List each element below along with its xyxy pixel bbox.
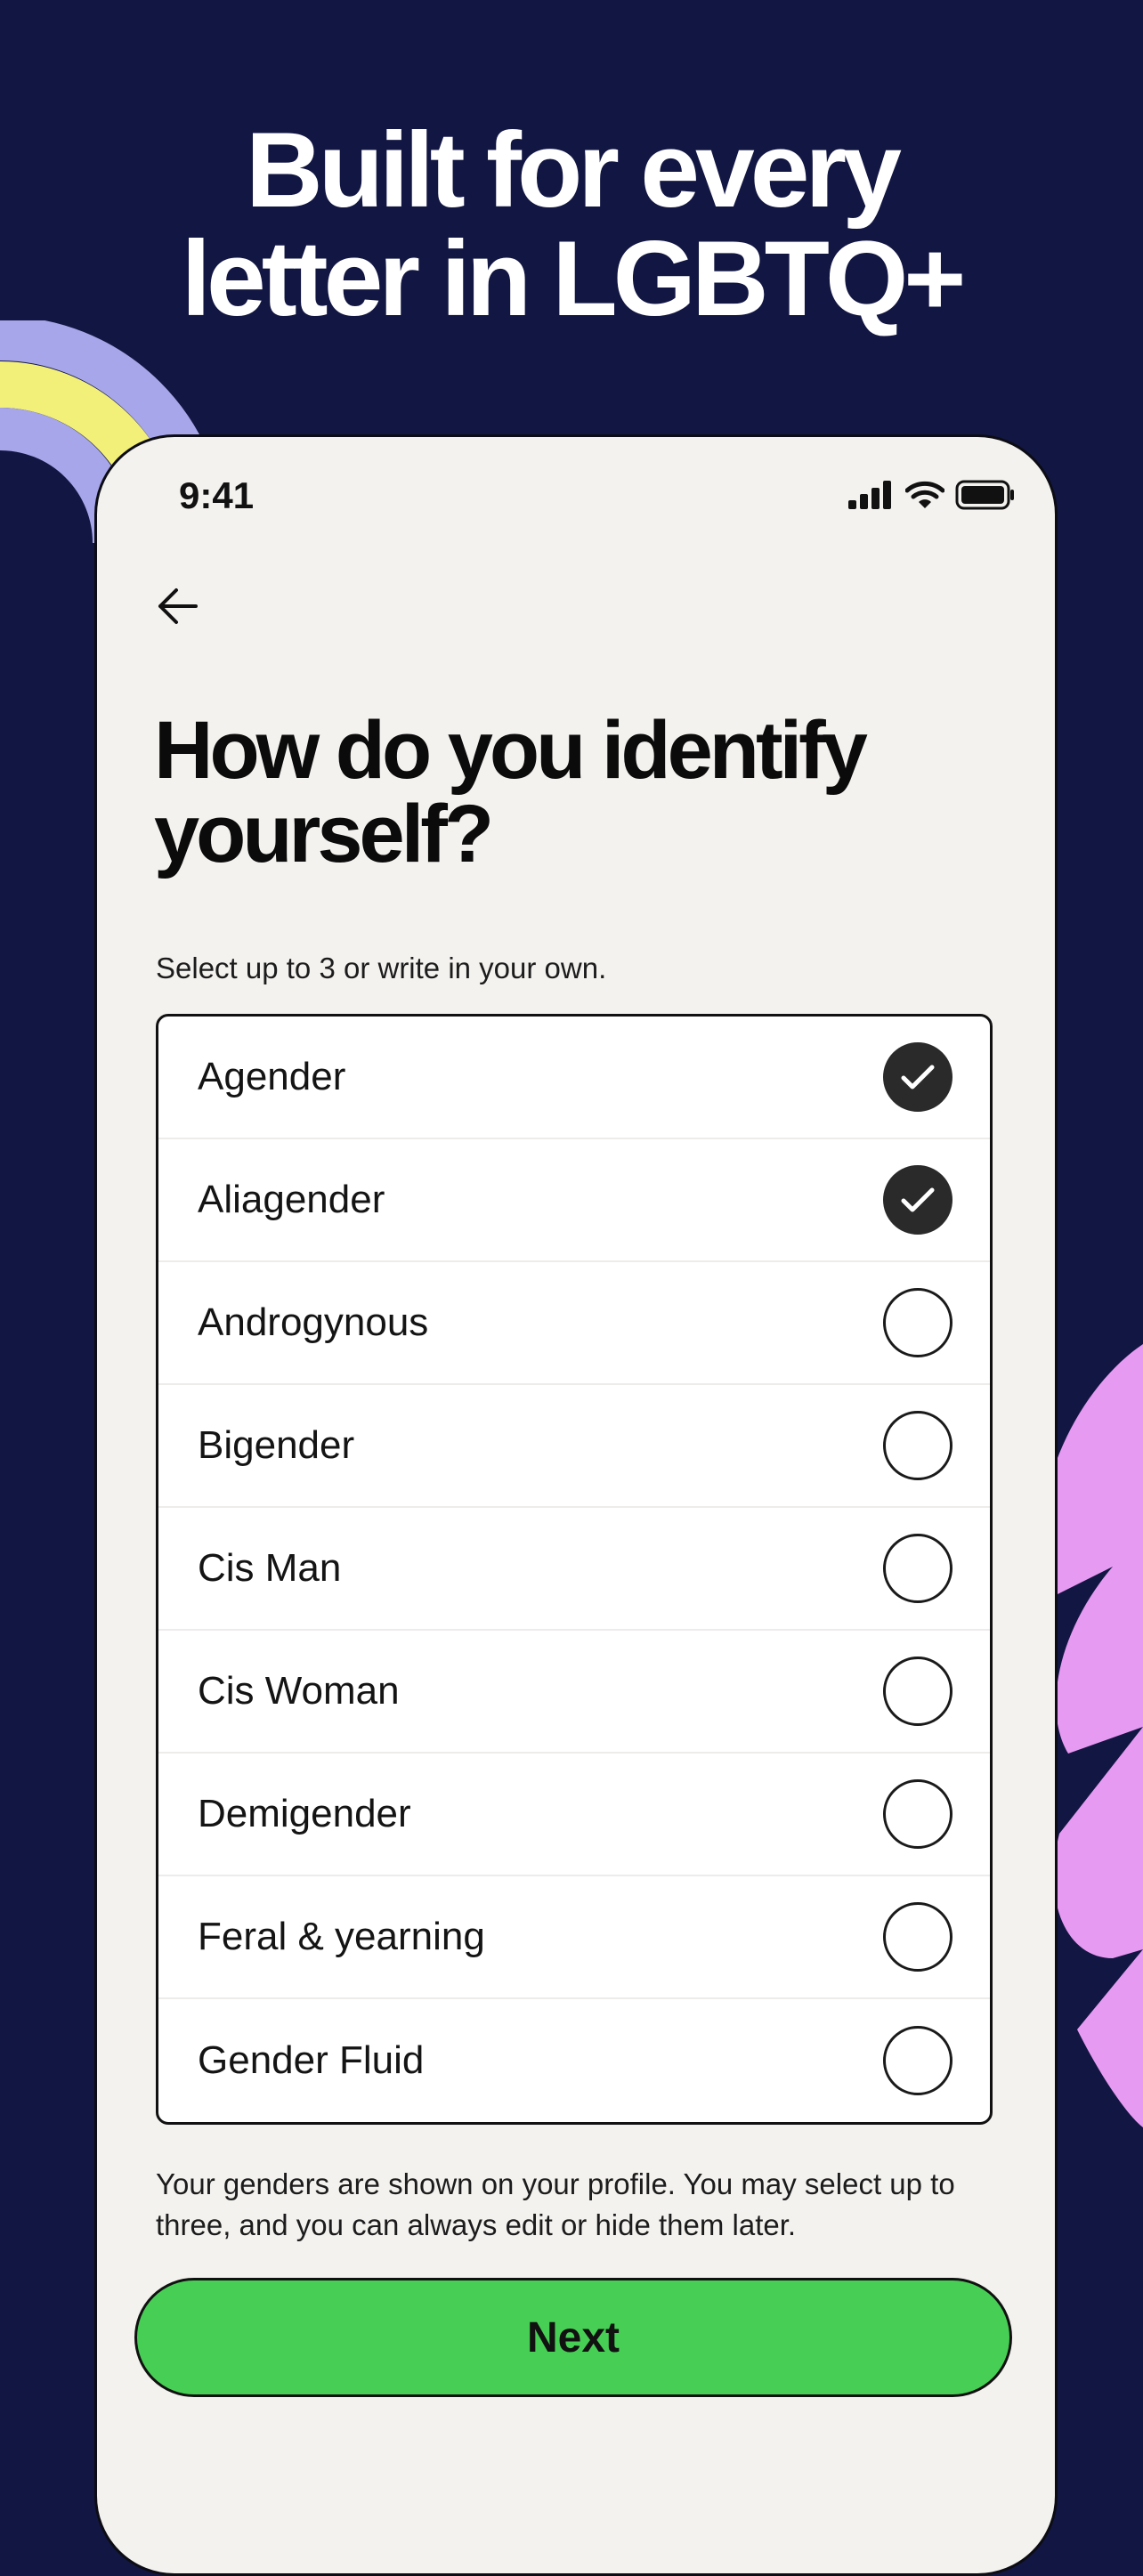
title-line-1: How do you identify: [154, 705, 868, 796]
option-row[interactable]: Cis Man: [158, 1508, 990, 1631]
next-button[interactable]: Next: [134, 2278, 1012, 2397]
page-title: How do you identify yourself?: [154, 709, 1026, 876]
option-label: Demigender: [198, 1792, 411, 1835]
hero-line-2: letter in LGBTQ+: [181, 219, 967, 338]
footnote-text: Your genders are shown on your profile. …: [156, 2167, 955, 2241]
empty-circle-checkbox[interactable]: [883, 1288, 952, 1357]
empty-circle-checkbox[interactable]: [883, 1534, 952, 1603]
option-row[interactable]: Cis Woman: [158, 1631, 990, 1754]
empty-circle-checkbox[interactable]: [883, 1657, 952, 1726]
hero-heading: Built for every letter in LGBTQ+: [0, 116, 1143, 333]
title-line-2: yourself?: [154, 789, 494, 879]
option-row[interactable]: Feral & yearning: [158, 1876, 990, 1999]
instruction-text: Select up to 3 or write in your own.: [156, 952, 607, 984]
option-label: Cis Woman: [198, 1669, 400, 1713]
option-row[interactable]: Androgynous: [158, 1262, 990, 1385]
option-row[interactable]: Bigender: [158, 1385, 990, 1508]
checked-circle-icon[interactable]: [883, 1042, 952, 1112]
status-bar: 9:41: [97, 473, 1055, 526]
empty-circle-checkbox[interactable]: [883, 1902, 952, 1972]
option-row[interactable]: Demigender: [158, 1754, 990, 1876]
option-label: Cis Man: [198, 1546, 342, 1590]
phone-mockup: 9:41 How do you identify yourself? Selec…: [94, 434, 1058, 2576]
option-label: Feral & yearning: [198, 1915, 485, 1958]
hero-line-1: Built for every: [246, 110, 902, 230]
option-label: Agender: [198, 1055, 346, 1098]
arrow-left-icon: [158, 588, 198, 624]
option-row[interactable]: Gender Fluid: [158, 1999, 990, 2122]
option-label: Gender Fluid: [198, 2038, 425, 2082]
option-row[interactable]: Agender: [158, 1017, 990, 1139]
checkmark-icon: [901, 1065, 935, 1090]
wifi-icon: [905, 481, 944, 508]
empty-circle-checkbox[interactable]: [883, 1411, 952, 1480]
option-label: Androgynous: [198, 1300, 429, 1344]
checked-circle-icon[interactable]: [883, 1165, 952, 1235]
checkmark-icon: [901, 1187, 935, 1212]
status-time: 9:41: [179, 474, 255, 516]
empty-circle-checkbox[interactable]: [883, 1779, 952, 1849]
option-label: Aliagender: [198, 1178, 385, 1221]
cellular-signal-icon: [848, 481, 891, 509]
option-label: Bigender: [198, 1423, 355, 1467]
empty-circle-checkbox[interactable]: [883, 2026, 952, 2095]
battery-icon: [955, 480, 1014, 510]
status-icons: [848, 480, 1016, 510]
option-row[interactable]: Aliagender: [158, 1139, 990, 1262]
back-button[interactable]: [142, 571, 213, 642]
gender-options-list: Agender Aliagender Androgynous Bigender Cis …: [156, 1014, 993, 2125]
